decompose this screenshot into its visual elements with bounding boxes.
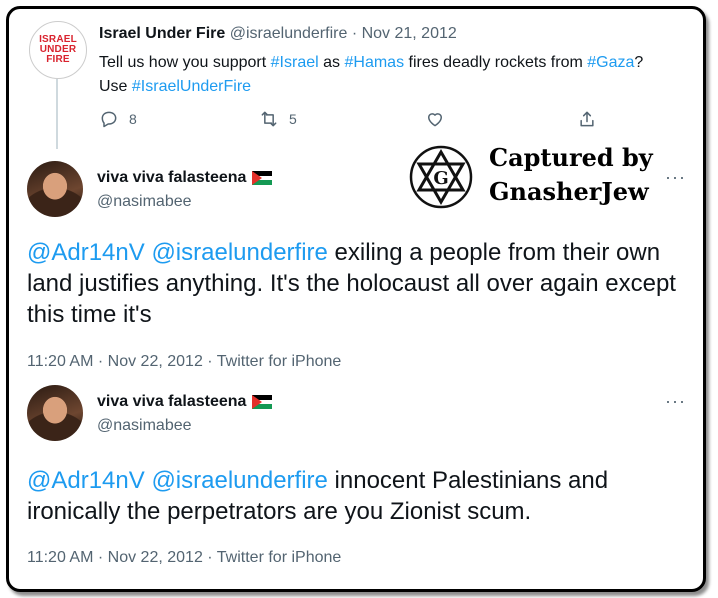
tweet2-date[interactable]: Nov 22, 2012	[108, 353, 203, 370]
mention-israelunderfire[interactable]: @israelunderfire	[151, 239, 327, 266]
hashtag-israelunderfire[interactable]: #IsraelUnderFire	[132, 78, 251, 95]
retweet-icon	[261, 111, 277, 127]
tweet2-text: @Adr14nV @israelunderfire exiling a peop…	[27, 237, 687, 330]
tweet3-author-name[interactable]: viva viva falasteena	[97, 393, 246, 411]
tweet1-text-part: as	[318, 54, 345, 71]
avatar-text-3: FIRE	[46, 54, 70, 65]
tweet3-source[interactable]: Twitter for iPhone	[217, 549, 342, 566]
tweet2-author-handle[interactable]: @nasimabee	[97, 193, 192, 211]
tweet1-date[interactable]: Nov 21, 2012	[362, 25, 457, 42]
reply-icon	[101, 111, 117, 128]
star-letter: G	[433, 168, 448, 189]
tweet3-date[interactable]: Nov 22, 2012	[108, 549, 203, 566]
tweet2-meta: 11:20 AM · Nov 22, 2012 · Twitter for iP…	[27, 353, 341, 371]
tweet1-author-name[interactable]: Israel Under Fire	[99, 25, 225, 42]
tweet1-text: Tell us how you support #Israel as #Hama…	[99, 51, 659, 99]
meta-separator: ·	[97, 549, 104, 566]
hashtag-hamas[interactable]: #Hamas	[344, 54, 404, 71]
retweet-count: 5	[289, 111, 297, 127]
tweet3-meta: 11:20 AM · Nov 22, 2012 · Twitter for iP…	[27, 549, 341, 567]
palestine-flag-icon	[252, 395, 273, 409]
tweet1-author-handle[interactable]: @israelunderfire	[230, 25, 348, 42]
retweet-button[interactable]: 5	[259, 109, 297, 129]
like-icon	[428, 113, 442, 127]
tweet3-author-name-row[interactable]: viva viva falasteena	[97, 393, 273, 411]
watermark-line1: Captured by	[489, 143, 653, 172]
share-icon	[580, 111, 594, 127]
like-button[interactable]	[425, 109, 445, 129]
tweet3-time[interactable]: 11:20 AM	[27, 549, 93, 566]
nasimabee-avatar[interactable]	[27, 161, 83, 217]
mention-adr14nv[interactable]: @Adr14nV	[27, 239, 145, 266]
more-icon[interactable]: ···	[665, 391, 686, 412]
nasimabee-avatar[interactable]	[27, 385, 83, 441]
tweet3-author-handle[interactable]: @nasimabee	[97, 417, 192, 435]
reply-count: 8	[129, 111, 137, 127]
tweet1-text-part: Tell us how you support	[99, 54, 271, 71]
palestine-flag-icon	[252, 171, 273, 185]
watermark-line2: GnasherJew	[489, 177, 649, 206]
tweet3-text: @Adr14nV @israelunderfire innocent Pales…	[27, 465, 687, 527]
meta-separator: ·	[97, 353, 104, 370]
mention-adr14nv[interactable]: @Adr14nV	[27, 467, 145, 494]
israel-under-fire-avatar[interactable]: ISRAEL UNDER FIRE	[29, 21, 87, 79]
screenshot-frame: ISRAEL UNDER FIRE Israel Under Fire @isr…	[6, 6, 706, 592]
tweet1-actions: 8 5	[99, 109, 619, 133]
hashtag-gaza[interactable]: #Gaza	[587, 54, 634, 71]
tweet1-separator: ·	[351, 25, 358, 42]
tweet2-time[interactable]: 11:20 AM	[27, 353, 93, 370]
tweet2-author-name[interactable]: viva viva falasteena	[97, 169, 246, 187]
mention-israelunderfire[interactable]: @israelunderfire	[151, 467, 327, 494]
tweet1-text-part: fires deadly rockets from	[404, 54, 588, 71]
watermark-text: Captured by GnasherJew	[489, 141, 653, 209]
star-of-david-icon: G	[409, 145, 473, 209]
tweet2-author-name-row[interactable]: viva viva falasteena	[97, 169, 273, 187]
thread-line	[56, 79, 58, 149]
reply-button[interactable]: 8	[99, 109, 137, 129]
more-icon[interactable]: ···	[665, 167, 686, 188]
meta-separator: ·	[207, 549, 213, 566]
tweet2-source[interactable]: Twitter for iPhone	[217, 353, 342, 370]
tweet1-header: Israel Under Fire @israelunderfire · Nov…	[99, 25, 457, 43]
meta-separator: ·	[207, 353, 213, 370]
share-button[interactable]	[577, 109, 597, 129]
hashtag-israel[interactable]: #Israel	[271, 54, 319, 71]
